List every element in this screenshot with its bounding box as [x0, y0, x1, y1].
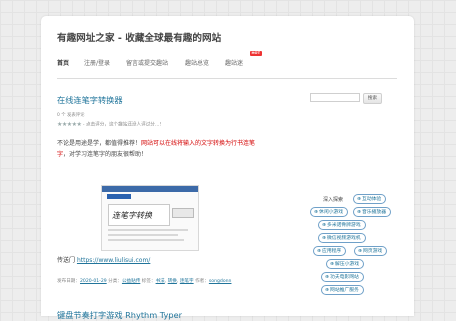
post-screenshot: 连笔字转换: [101, 185, 199, 251]
site-title[interactable]: 有趣网址之家 - 收藏全球最有趣的网站: [57, 30, 221, 44]
post-meta: 发布日期：2020-01-29 分类：公益贴传 标签：书法, 转换, 连笔字 作…: [57, 279, 232, 284]
screenshot-logo: [107, 194, 131, 199]
post-tag[interactable]: 书法: [156, 279, 165, 284]
rating-label: - 点击评分，这个趣站还没人评过分…!: [82, 122, 162, 128]
sidebar-tag[interactable]: ⊕多米诺骨牌游戏: [318, 220, 366, 230]
sidebar-section-label: 深入探索: [323, 197, 344, 203]
plus-icon: ⊕: [322, 236, 327, 241]
sidebar-tag[interactable]: ⊕解压小游戏: [326, 259, 365, 269]
portal-link[interactable]: https://www.liulisui.com/: [77, 257, 150, 264]
portal-line: 传送门 https://www.liulisui.com/: [57, 255, 150, 264]
plus-icon: ⊕: [357, 197, 362, 202]
post-title[interactable]: 在线连笔字转换器: [57, 94, 123, 106]
sidebar-tag[interactable]: ⊕互动体验: [353, 194, 387, 204]
tag-label: 微信视频游戏机: [327, 236, 361, 241]
portal-label: 传送门: [57, 257, 76, 264]
post-tag[interactable]: 连笔字: [180, 279, 194, 284]
sidebar-tag[interactable]: ⊕应用程序: [313, 246, 347, 256]
main-nav: 首页 注册/登录 留言或提交趣站 趣站总览 趣站迷 HOT: [57, 51, 397, 79]
nav-item-login[interactable]: 注册/登录: [84, 58, 110, 67]
date-label: 发布日期：: [57, 279, 80, 284]
nav-item-submit[interactable]: 留言或提交趣站: [126, 58, 168, 67]
plus-icon: ⊕: [358, 249, 363, 254]
sidebar-tag[interactable]: ⊕休闲小游戏: [310, 207, 349, 217]
plus-icon: ⊕: [325, 288, 330, 293]
content-panel: 有趣网址之家 - 收藏全球最有趣的网站 首页 注册/登录 留言或提交趣站 趣站总…: [41, 16, 414, 320]
nav-item-overview[interactable]: 趣站总览: [185, 58, 209, 67]
screenshot-calligraphy-sample: 连笔字转换: [112, 211, 152, 220]
plus-icon: ⊕: [330, 262, 335, 267]
author-label: 作者：: [193, 279, 209, 284]
tag-label: 解压小游戏: [335, 262, 360, 267]
post-author[interactable]: songdonn: [209, 279, 232, 284]
tag-label: 功夫电影网站: [330, 275, 359, 280]
screenshot-text-line: [108, 229, 188, 231]
intro-text-end: ，对学习连笔字的朋友很帮助！: [63, 151, 148, 158]
sidebar-tag[interactable]: ⊕微信视频游戏机: [318, 233, 366, 243]
plus-icon: ⊕: [314, 210, 319, 215]
search-input[interactable]: [310, 93, 360, 102]
rating-row: ★★★★★ - 点击评分，这个趣站还没人评过分…!: [57, 121, 161, 128]
rating-stars[interactable]: ★★★★★: [57, 121, 82, 128]
screenshot-text-line: [108, 234, 178, 236]
next-post-title[interactable]: 键盘节奏打字游戏 Rhythm Typer: [57, 309, 182, 321]
sidebar-tag[interactable]: ⊕网站推广服务: [321, 285, 364, 295]
sidebar-tag[interactable]: ⊕网页游戏: [354, 246, 388, 256]
screenshot-header-bar: [102, 186, 198, 192]
comments-count[interactable]: 0 个 发表评论: [57, 112, 85, 118]
tag-label: 互动体验: [362, 197, 382, 202]
sidebar-tag[interactable]: ⊕功夫电影网站: [321, 272, 364, 282]
tag-label: 音乐播放器: [362, 210, 387, 215]
tag-label: 网页游戏: [363, 249, 383, 254]
tags-label: 标签：: [140, 279, 156, 284]
category-label: 分类：: [106, 279, 122, 284]
screenshot-button: [172, 208, 194, 218]
sidebar-tag[interactable]: ⊕音乐播放器: [353, 207, 392, 217]
post-tag[interactable]: 转换: [168, 279, 177, 284]
tag-label: 网站推广服务: [330, 288, 359, 293]
tag-label: 休闲小游戏: [319, 210, 344, 215]
plus-icon: ⊕: [317, 249, 322, 254]
tag-label: 多米诺骨牌游戏: [327, 223, 361, 228]
post-date[interactable]: 2020-01-29: [80, 279, 107, 284]
post-category[interactable]: 公益贴传: [122, 279, 140, 284]
search-button[interactable]: 搜索: [363, 93, 382, 104]
plus-icon: ⊕: [322, 223, 327, 228]
nav-item-fans[interactable]: 趣站迷: [225, 58, 243, 67]
plus-icon: ⊕: [325, 275, 330, 280]
intro-text: 不论是用途是学，都值得推荐！: [57, 140, 142, 147]
tag-label: 应用程序: [322, 249, 342, 254]
plus-icon: ⊕: [357, 210, 362, 215]
post-intro: 不论是用途是学，都值得推荐！网站可以在线将输入的文字转换为行书连笔字，对学习连笔…: [57, 138, 257, 160]
nav-item-home[interactable]: 首页: [57, 58, 69, 67]
hot-badge: HOT: [250, 51, 262, 56]
screenshot-text-line: [108, 239, 184, 241]
